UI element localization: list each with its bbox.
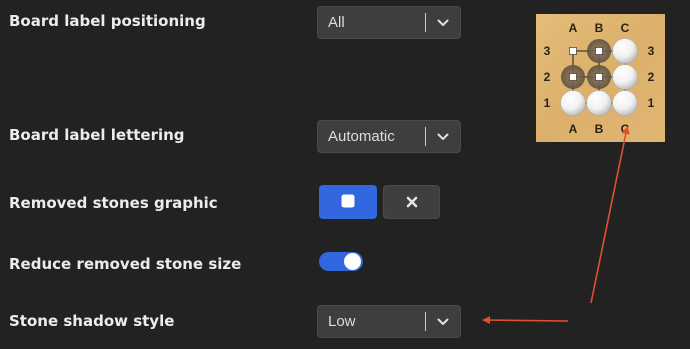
reduce-removed-stone-size-label: Reduce removed stone size xyxy=(9,255,242,273)
removed-marker xyxy=(595,73,603,81)
board-row-label-right: 1 xyxy=(648,96,655,110)
removed-graphic-square-button[interactable] xyxy=(319,185,377,219)
board-col-label-bottom: A xyxy=(569,122,578,136)
board-col-label-top: C xyxy=(621,21,630,35)
board-col-label-top: A xyxy=(569,21,578,35)
annotation-arrow-to-board xyxy=(590,126,630,304)
stone-shadow-style-label: Stone shadow style xyxy=(9,312,175,330)
board-label-positioning-label: Board label positioning xyxy=(9,12,206,30)
chevron-down-icon xyxy=(426,306,460,337)
white-stone xyxy=(612,90,638,116)
white-stone xyxy=(612,38,638,64)
board-label-lettering-label: Board label lettering xyxy=(9,126,185,144)
board-col-label-bottom: C xyxy=(621,122,630,136)
board-label-lettering-select[interactable]: Automatic xyxy=(317,120,461,153)
removed-marker xyxy=(595,47,603,55)
reduce-removed-stone-size-toggle[interactable] xyxy=(319,252,363,271)
stone-shadow-style-value: Low xyxy=(328,313,356,330)
removed-graphic-cross-button[interactable] xyxy=(383,185,440,219)
white-stone xyxy=(586,90,612,116)
toggle-knob xyxy=(344,253,361,270)
board-label-positioning-select[interactable]: All xyxy=(317,6,461,39)
stone-shadow-style-select[interactable]: Low xyxy=(317,305,461,338)
white-stone xyxy=(612,64,638,90)
board-row-label-left: 1 xyxy=(544,96,551,110)
white-stone xyxy=(560,90,586,116)
removed-marker xyxy=(569,73,577,81)
board-row-label-right: 2 xyxy=(648,70,655,84)
close-icon xyxy=(406,193,418,212)
removed-stones-graphic-label: Removed stones graphic xyxy=(9,194,218,212)
board-col-label-top: B xyxy=(595,21,604,35)
board-preview: A B C A B C 3 2 1 3 2 1 xyxy=(536,14,665,142)
square-icon xyxy=(341,193,355,212)
board-label-lettering-value: Automatic xyxy=(328,128,395,145)
board-row-label-left: 3 xyxy=(544,44,551,58)
board-label-positioning-value: All xyxy=(328,14,345,31)
board-row-label-right: 3 xyxy=(648,44,655,58)
removed-marker xyxy=(569,47,577,55)
chevron-down-icon xyxy=(426,7,460,38)
annotation-arrow-to-shadow-select xyxy=(482,316,569,325)
board-row-label-left: 2 xyxy=(544,70,551,84)
board-col-label-bottom: B xyxy=(595,122,604,136)
chevron-down-icon xyxy=(426,121,460,152)
